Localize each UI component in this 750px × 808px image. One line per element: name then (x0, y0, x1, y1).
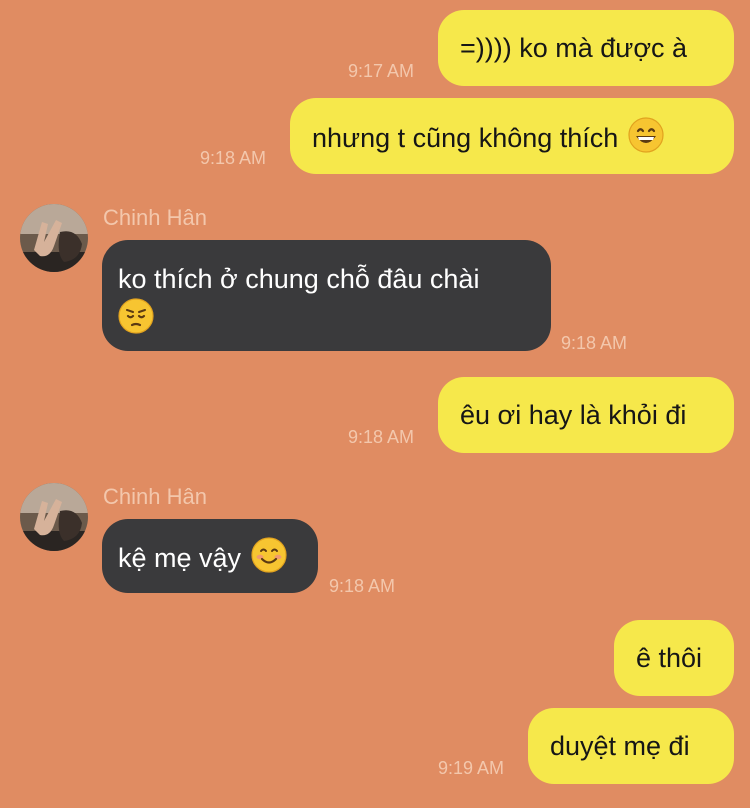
message-text: duyệt mẹ đi (550, 731, 690, 761)
sender-name: Chinh Hân (103, 205, 207, 230)
avatar-photo-icon (20, 483, 88, 551)
message-bubble-outgoing[interactable]: nhưng t cũng không thích (290, 98, 734, 174)
message-text: ko thích ở chung chỗ đâu chài (118, 264, 480, 294)
message-text: êu ơi hay là khỏi đi (460, 400, 687, 430)
message-text: ê thôi (636, 643, 703, 673)
message-bubble-outgoing[interactable]: ê thôi (614, 620, 734, 696)
message-bubble-outgoing[interactable]: duyệt mẹ đi (528, 708, 734, 784)
message-text: =)))) ko mà được à (460, 33, 688, 63)
message-timestamp: 9:19 AM (438, 758, 505, 778)
pensive-face-icon (118, 298, 551, 344)
message-timestamp: 9:18 AM (200, 148, 267, 168)
avatar-photo-icon (20, 204, 88, 272)
sender-name: Chinh Hân (103, 484, 207, 509)
message-timestamp: 9:18 AM (561, 333, 628, 353)
message-timestamp: 9:17 AM (348, 61, 415, 81)
grinning-face-icon (628, 117, 664, 163)
message-bubble-outgoing[interactable]: êu ơi hay là khỏi đi (438, 377, 734, 453)
message-bubble-incoming[interactable]: ko thích ở chung chỗ đâu chài (102, 240, 551, 351)
message-timestamp: 9:18 AM (348, 427, 415, 447)
message-bubble-outgoing[interactable]: =)))) ko mà được à (438, 10, 734, 86)
message-text: kệ mẹ vậy (118, 543, 242, 573)
message-bubble-incoming[interactable]: kệ mẹ vậy (102, 519, 318, 593)
avatar[interactable] (20, 204, 88, 272)
avatar[interactable] (20, 483, 88, 551)
smiling-face-icon (251, 537, 287, 583)
message-timestamp: 9:18 AM (329, 576, 396, 596)
message-text: nhưng t cũng không thích (312, 123, 619, 153)
